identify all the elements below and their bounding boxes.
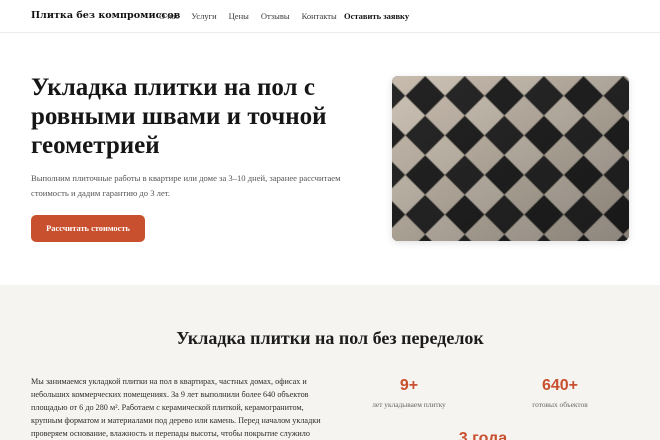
nav-item-prices[interactable]: Цены xyxy=(229,11,249,21)
nav-item-reviews[interactable]: Отзывы xyxy=(261,11,290,21)
stat-objects-value: 640+ xyxy=(541,377,579,394)
stat-warranty: 3 года xyxy=(428,430,538,440)
hero-title: Укладка плитки на пол с ровными швами и … xyxy=(31,74,327,159)
nav-item-contacts[interactable]: Контакты xyxy=(302,11,337,21)
stat-years-value: 9+ xyxy=(399,377,419,394)
stat-objects-label: готовых объектов xyxy=(532,400,588,409)
stat-years-label: лет укладываем плитку xyxy=(372,400,446,409)
leave-request-link[interactable]: Оставить заявку xyxy=(344,11,409,21)
about-title: Укладка плитки на пол без переделок xyxy=(176,328,484,348)
about-section: Укладка плитки на пол без переделок Мы з… xyxy=(0,285,660,440)
checkerboard-tiles-image xyxy=(392,76,629,241)
stat-years: 9+ лет укладываем плитку xyxy=(354,377,464,409)
about-text: Мы занимаемся укладкой плитки на пол в к… xyxy=(31,377,321,438)
nav-item-services[interactable]: Услуги xyxy=(191,11,216,21)
hero-image xyxy=(392,76,629,241)
site-header: Плитка без компромиссов О нас Услуги Цен… xyxy=(0,0,660,33)
calculate-cost-button[interactable]: Рассчитать стоимость xyxy=(31,215,145,242)
site-logo[interactable]: Плитка без компромиссов xyxy=(31,10,180,21)
stat-objects: 640+ готовых объектов xyxy=(505,377,615,409)
nav-item-about[interactable]: О нас xyxy=(159,11,179,21)
hero-section: Укладка плитки на пол с ровными швами и … xyxy=(0,33,660,285)
stat-warranty-value: 3 года xyxy=(458,430,508,440)
main-nav: О нас Услуги Цены Отзывы Контакты xyxy=(159,11,349,21)
hero-subtitle: Выполним плиточные работы в квартире или… xyxy=(31,173,341,198)
